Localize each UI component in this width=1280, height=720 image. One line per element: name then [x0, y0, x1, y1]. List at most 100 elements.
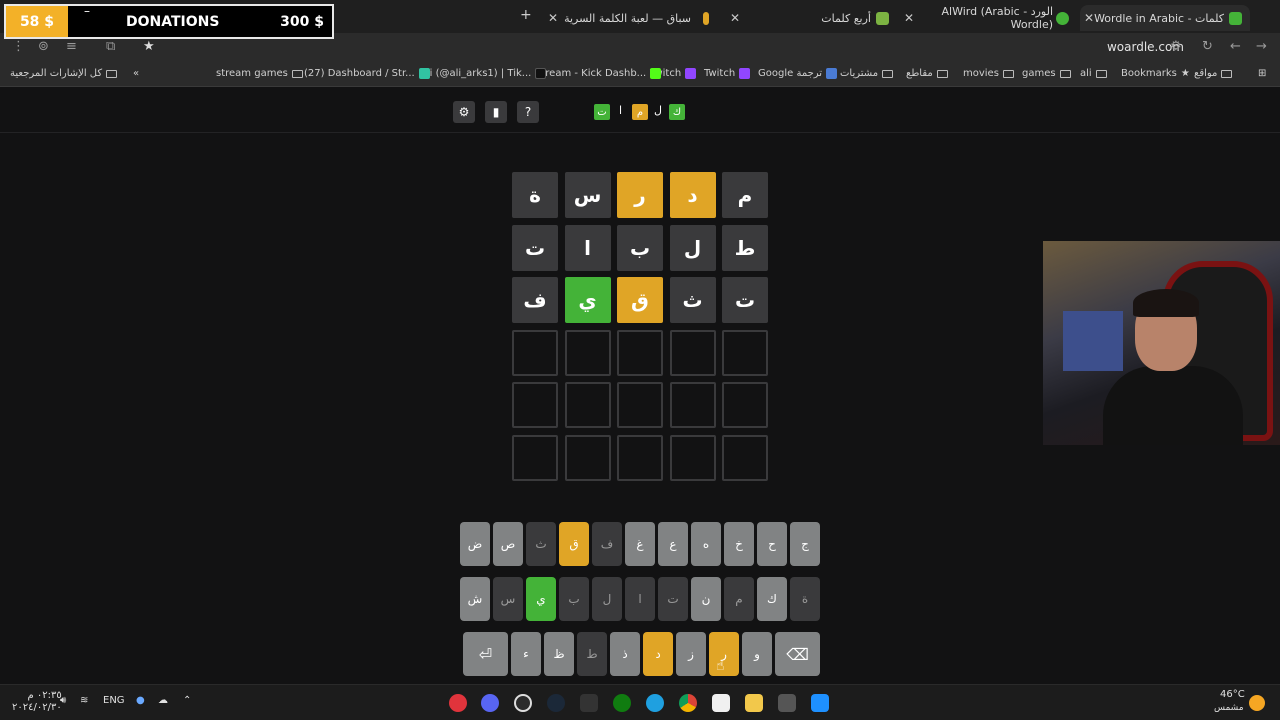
clock[interactable]: ٠٢:٣٥ م ٢٠٢٤/٠٢/٣٠: [12, 690, 62, 714]
tab-wordle-arabic[interactable]: كلمات - Wordle in Arabic ✕: [1080, 5, 1250, 31]
board-tile: ة: [512, 172, 558, 218]
keyboard-key[interactable]: ت: [658, 577, 688, 621]
tab-alwird[interactable]: الورد - AlWird (Arabic Wordle) ✕: [900, 5, 1075, 31]
keyboard-key[interactable]: غ: [625, 522, 655, 566]
bookmark-label: Google ترجمة: [758, 68, 823, 79]
keyboard-key[interactable]: ذ: [610, 632, 640, 676]
microphone-icon[interactable]: ●: [136, 695, 145, 706]
bookmark-folder[interactable]: ali: [1080, 68, 1107, 79]
settings-button[interactable]: ⚙: [453, 101, 475, 123]
cloud-icon[interactable]: ☁: [158, 695, 168, 706]
board-tile: [512, 382, 558, 428]
bookmark-folder[interactable]: games: [1022, 68, 1071, 79]
close-icon[interactable]: ✕: [548, 11, 558, 25]
keyboard-key[interactable]: ف: [592, 522, 622, 566]
twitch-icon: [739, 68, 751, 79]
bookmark-link[interactable]: (27) Dashboard / Str...: [304, 68, 430, 79]
keyboard-key[interactable]: ه: [691, 522, 721, 566]
apps-grid-icon[interactable]: ⊞: [1258, 68, 1266, 79]
keyboard-key[interactable]: س: [493, 577, 523, 621]
close-icon[interactable]: ✕: [904, 11, 914, 25]
bookmark-label: Twitch: [704, 68, 736, 79]
enter-key[interactable]: ⏎: [463, 632, 508, 676]
keyboard-key[interactable]: خ: [724, 522, 754, 566]
bookmark-label: مواقع: [1194, 68, 1218, 79]
new-tab-button[interactable]: +: [520, 7, 532, 23]
chevron-up-icon[interactable]: ⌃: [183, 695, 191, 706]
bookmark-folder[interactable]: مشتريات: [840, 68, 894, 79]
folder-icon: [1095, 69, 1107, 78]
keyboard-key[interactable]: ض: [460, 522, 490, 566]
bookmark-folder[interactable]: movies: [963, 68, 1014, 79]
back-icon[interactable]: ←: [1230, 39, 1241, 54]
bookmark-folder[interactable]: مقاطع: [906, 68, 948, 79]
keyboard-key[interactable]: ء: [511, 632, 541, 676]
tab-sibaq[interactable]: سباق — لعبة الكلمة السرية ✕: [548, 5, 735, 31]
discord-icon[interactable]: [481, 694, 499, 712]
xbox-icon[interactable]: [613, 694, 631, 712]
volume-icon[interactable]: 🔊︎: [60, 695, 66, 706]
keyboard-key[interactable]: ص: [493, 522, 523, 566]
bookmark-link[interactable]: Stream - Kick Dashb...: [535, 68, 662, 79]
bookmark-link[interactable]: Ali (@ali_arks1) | Tik...: [420, 68, 547, 79]
site-settings-icon[interactable]: ⚙: [1170, 39, 1182, 54]
start-icon[interactable]: [811, 694, 829, 712]
keyboard-key[interactable]: ل: [592, 577, 622, 621]
playlist-icon[interactable]: ≡: [66, 39, 77, 54]
bookmark-link[interactable]: Twitch: [704, 68, 751, 79]
epic-games-icon[interactable]: [580, 694, 598, 712]
keyboard-key[interactable]: ش: [460, 577, 490, 621]
wifi-icon[interactable]: ≋: [80, 695, 88, 706]
bookmark-star-icon[interactable]: ★: [143, 39, 155, 54]
language-indicator[interactable]: ENG: [103, 695, 125, 706]
forward-icon[interactable]: →: [1256, 39, 1267, 54]
keyboard-key[interactable]: و: [742, 632, 772, 676]
bookmark-folder[interactable]: stream games: [216, 68, 303, 79]
board-tile: ي: [564, 277, 611, 323]
backspace-key[interactable]: ⌫: [775, 632, 820, 676]
bookmark-link[interactable]: Google ترجمة: [758, 68, 838, 79]
keyboard-key[interactable]: ك: [757, 577, 787, 621]
board-tile: ر: [617, 172, 663, 218]
store-icon[interactable]: [712, 694, 730, 712]
bookmark-folder[interactable]: مواقع: [1194, 68, 1233, 79]
stats-button[interactable]: ▮: [485, 101, 507, 123]
keyboard-key[interactable]: م: [724, 577, 754, 621]
obs-icon[interactable]: [514, 694, 532, 712]
keyboard-key[interactable]: د: [643, 632, 673, 676]
more-bookmarks-icon[interactable]: «: [133, 68, 139, 79]
keyboard-key[interactable]: ي: [526, 577, 556, 621]
help-button[interactable]: ?: [517, 101, 539, 123]
edge-icon[interactable]: [646, 694, 664, 712]
reload-icon[interactable]: ↻: [1202, 39, 1213, 54]
keyboard-key[interactable]: ج: [790, 522, 820, 566]
task-view-icon[interactable]: [778, 694, 796, 712]
keyboard-key[interactable]: ق: [559, 522, 589, 566]
bookmarks-bar: ⊞ مواقع Bookmarks ★ ali games movies مقاط…: [0, 63, 1280, 87]
chrome-icon[interactable]: [679, 694, 697, 712]
keyboard-key[interactable]: ط: [577, 632, 607, 676]
keyboard-key[interactable]: ع: [658, 522, 688, 566]
board-tile: س: [564, 172, 611, 218]
keyboard-key[interactable]: ا: [625, 577, 655, 621]
extensions-puzzle-icon[interactable]: ⧉: [106, 39, 115, 54]
keyboard-key[interactable]: ح: [757, 522, 787, 566]
webcam-background-monitor: [1063, 311, 1123, 371]
keyboard-key[interactable]: ن: [691, 577, 721, 621]
keyboard-key[interactable]: ث: [526, 522, 556, 566]
opera-icon[interactable]: [449, 694, 467, 712]
keyboard-key[interactable]: ة: [790, 577, 820, 621]
bookmark-folder[interactable]: Bookmarks ★: [1121, 68, 1190, 79]
close-icon[interactable]: ✕: [1084, 11, 1094, 25]
menu-icon[interactable]: ⋮: [12, 39, 25, 54]
steam-icon[interactable]: [547, 694, 565, 712]
keyboard-key[interactable]: ب: [559, 577, 589, 621]
weather-temperature[interactable]: 46°C: [1220, 689, 1245, 700]
extension-icon[interactable]: ⊚: [38, 39, 49, 54]
file-explorer-icon[interactable]: [745, 694, 763, 712]
tab-four-words[interactable]: أربع كلمات ✕: [730, 5, 895, 31]
keyboard-key[interactable]: ز: [676, 632, 706, 676]
keyboard-key[interactable]: ظ: [544, 632, 574, 676]
weather-description[interactable]: مشمس: [1214, 703, 1244, 713]
all-bookmarks-folder[interactable]: كل الإشارات المرجعية: [10, 68, 118, 79]
